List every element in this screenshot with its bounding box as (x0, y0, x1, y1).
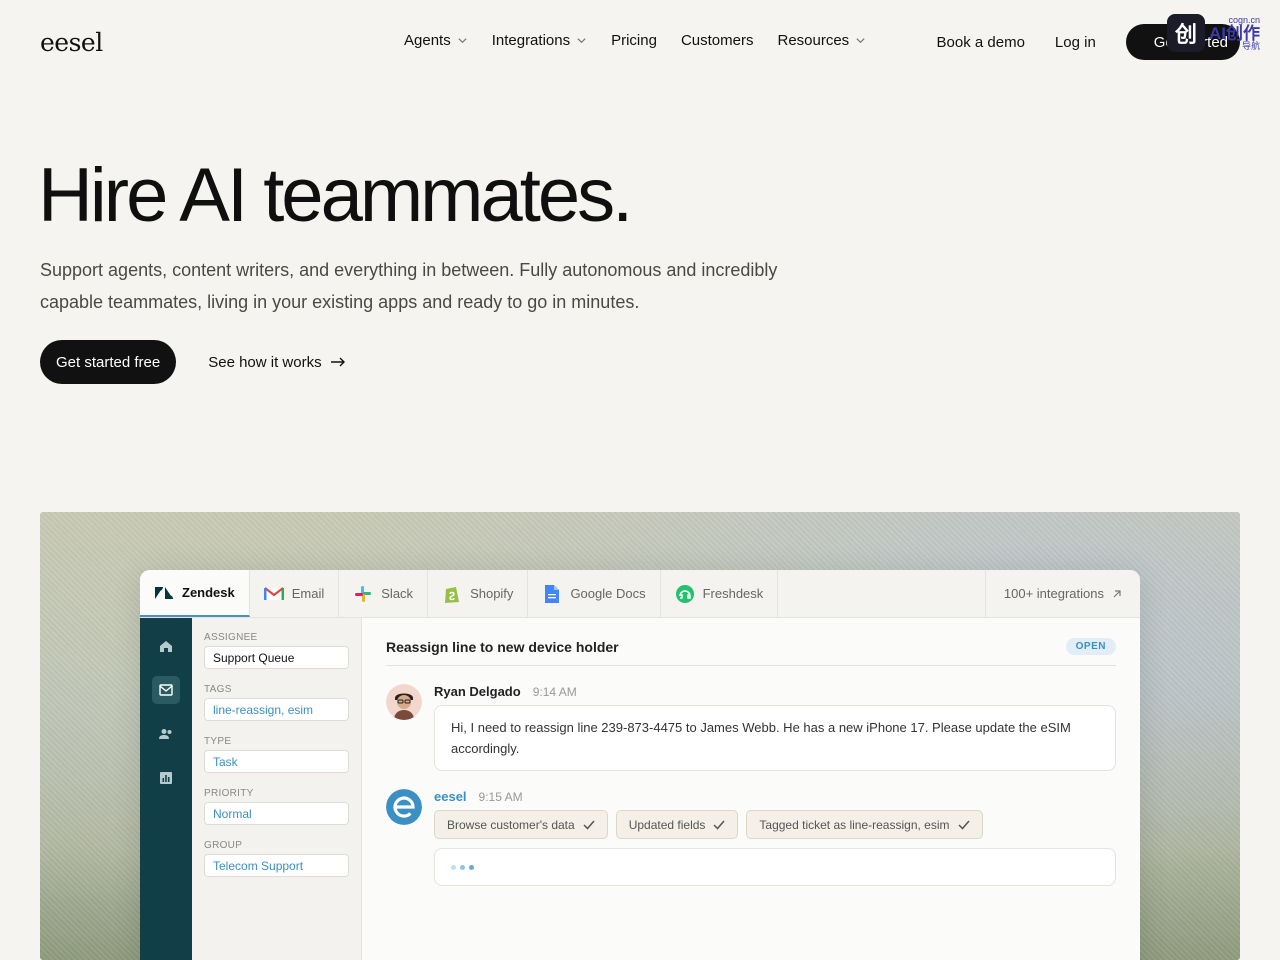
google-docs-icon (542, 584, 562, 604)
customer-message: Ryan Delgado 9:14 AM Hi, I need to reass… (386, 684, 1116, 771)
chevron-down-icon (577, 38, 586, 44)
integrations-link-label: 100+ integrations (1003, 586, 1104, 601)
priority-label: PRIORITY (204, 788, 254, 799)
tab-email[interactable]: Email (250, 570, 340, 617)
chevron-down-icon (856, 38, 865, 44)
group-field[interactable]: Telecom Support (204, 854, 349, 877)
tab-shopify-label: Shopify (470, 586, 514, 601)
zendesk-icon (154, 583, 174, 603)
nav-integrations-label: Integrations (491, 32, 571, 49)
avatar (386, 684, 422, 720)
action-chip[interactable]: Browse customer's data (434, 810, 608, 839)
action-chip-label: Updated fields (628, 817, 706, 832)
nav-customers[interactable]: Customers (681, 32, 754, 49)
integration-tabs: Zendesk Email Slack Shopify Google Docs … (140, 570, 1140, 618)
eesel-avatar-icon (386, 789, 422, 825)
tags-field[interactable]: line-reassign, esim (204, 698, 349, 721)
freshdesk-icon (675, 584, 695, 604)
tab-freshdesk-label: Freshdesk (702, 586, 764, 601)
app-window: Zendesk Email Slack Shopify Google Docs … (140, 570, 1140, 960)
nav-agents-label: Agents (404, 32, 451, 49)
tab-email-label: Email (291, 586, 325, 601)
typing-dot (451, 864, 456, 870)
slack-icon (353, 584, 373, 604)
typing-dot (460, 864, 465, 870)
check-icon (713, 820, 725, 830)
tags-label: TAGS (204, 684, 232, 695)
customer-message-text: Hi, I need to reassign line 239-873-4475… (434, 705, 1116, 771)
product-showcase: Zendesk Email Slack Shopify Google Docs … (40, 512, 1240, 960)
tab-google-docs[interactable]: Google Docs (528, 570, 661, 617)
type-label: TYPE (204, 736, 232, 747)
users-icon[interactable] (152, 720, 180, 748)
check-icon (583, 820, 595, 830)
nav-links: Agents Integrations Pricing Customers Re… (404, 32, 866, 49)
group-label: GROUP (204, 840, 243, 851)
ticket-view: Reassign line to new device holder OPEN … (362, 618, 1140, 960)
chevron-down-icon (458, 38, 467, 44)
overlay-badge-sub2: 导航 (1241, 40, 1260, 51)
tab-slack[interactable]: Slack (339, 570, 429, 617)
ticket-title: Reassign line to new device holder (386, 638, 619, 655)
nav-pricing-label: Pricing (611, 32, 657, 49)
login-link[interactable]: Log in (1055, 34, 1096, 51)
logo[interactable]: eesel (40, 28, 103, 57)
action-chip[interactable]: Tagged ticket as line-reassign, esim (746, 810, 983, 839)
see-how-it-works-link[interactable]: See how it works (208, 354, 345, 371)
tab-shopify[interactable]: Shopify (428, 570, 529, 617)
priority-field[interactable]: Normal (204, 802, 349, 825)
type-field[interactable]: Task (204, 750, 349, 773)
agent-time: 9:15 AM (478, 790, 523, 804)
nav-agents[interactable]: Agents (404, 32, 468, 49)
arrow-right-icon (330, 357, 345, 367)
shopify-icon (442, 584, 462, 604)
tab-zendesk[interactable]: Zendesk (140, 570, 250, 617)
nav-resources[interactable]: Resources (777, 32, 866, 49)
agent-message: eesel 9:15 AM Browse customer's data Upd… (386, 789, 1116, 886)
book-demo-link[interactable]: Book a demo (937, 34, 1025, 51)
app-sidebar-rail (140, 618, 192, 960)
chart-icon[interactable] (152, 764, 180, 792)
action-chip[interactable]: Updated fields (615, 810, 739, 839)
nav-resources-label: Resources (777, 32, 850, 49)
tab-slack-label: Slack (381, 586, 414, 601)
hero-subtitle: Support agents, content writers, and eve… (40, 260, 778, 312)
assignee-label: ASSIGNEE (204, 632, 258, 643)
hero-title: Hire AI teammates. (38, 153, 633, 238)
top-nav: eesel Agents Integrations Pricing Custom… (0, 0, 1280, 84)
ticket-header: Reassign line to new device holder OPEN (386, 638, 1116, 666)
status-badge: OPEN (1065, 638, 1116, 655)
overlay-badge[interactable]: 创 cogn.cn AI创作 导航 (1167, 14, 1260, 52)
see-how-it-works-label: See how it works (208, 353, 322, 371)
action-chip-label: Browse customer's data (447, 817, 575, 832)
ticket-properties: ASSIGNEE Support Queue TAGS line-reassig… (192, 618, 362, 960)
assignee-field[interactable]: Support Queue (204, 646, 349, 669)
action-chip-label: Tagged ticket as line-reassign, esim (759, 817, 950, 832)
tab-freshdesk[interactable]: Freshdesk (661, 570, 779, 617)
get-started-free-button[interactable]: Get started free (40, 340, 177, 384)
tab-zendesk-label: Zendesk (182, 585, 235, 600)
gmail-icon (263, 584, 284, 604)
home-icon[interactable] (152, 632, 180, 660)
tab-google-docs-label: Google Docs (570, 586, 646, 601)
mail-icon[interactable] (152, 676, 180, 704)
nav-customers-label: Customers (680, 32, 754, 49)
agent-actions: Browse customer's data Updated fields Ta… (434, 810, 1116, 839)
overlay-badge-icon: 创 (1167, 14, 1205, 52)
integrations-link[interactable]: 100+ integrations (984, 570, 1140, 617)
typing-dot (469, 864, 474, 870)
typing-indicator (434, 848, 1116, 886)
hero-actions: Get started free See how it works (40, 340, 346, 384)
customer-time: 9:14 AM (532, 685, 577, 699)
check-icon (957, 820, 970, 830)
customer-name: Ryan Delgado (434, 684, 521, 699)
overlay-badge-text: AI创作 (1209, 23, 1260, 43)
agent-name: eesel (434, 789, 467, 804)
nav-pricing[interactable]: Pricing (611, 32, 657, 49)
arrow-up-right-icon (1113, 589, 1121, 597)
nav-integrations[interactable]: Integrations (492, 32, 587, 49)
